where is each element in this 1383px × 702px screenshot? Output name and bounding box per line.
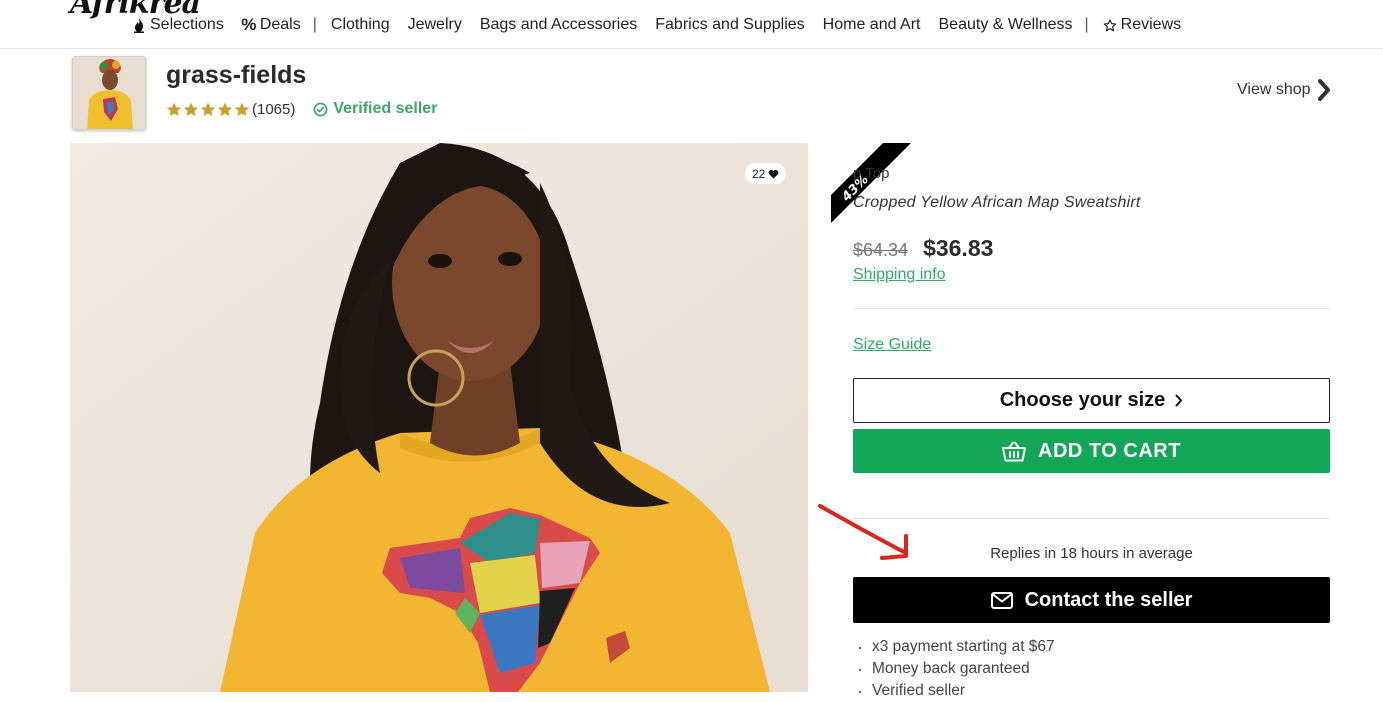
shop-name[interactable]: grass-fields <box>166 61 306 90</box>
contact-seller-button[interactable]: Contact the seller <box>853 577 1330 623</box>
list-item: Verified seller <box>857 680 1055 702</box>
star-icon <box>234 102 250 116</box>
product-title: Cropped Yellow African Map Sweatshirt <box>853 194 1141 211</box>
benefits-list: x3 payment starting at $67 Money back ga… <box>857 636 1055 702</box>
nav-item-reviews[interactable]: Reviews <box>1103 16 1181 34</box>
nav-item-label: Deals <box>259 16 301 33</box>
divider <box>853 308 1330 309</box>
nav-item-beauty-wellness[interactable]: Beauty & Wellness <box>939 16 1073 34</box>
star-outline-icon <box>1103 17 1117 33</box>
shop-rating: (1065) Verified seller <box>166 100 437 118</box>
check-circle-icon <box>313 102 328 116</box>
star-icon <box>166 102 182 116</box>
likes-count: 22 <box>752 166 766 181</box>
category-menu: Selections % Deals | Clothing Jewelry Ba… <box>132 15 1199 34</box>
nav-item-label: Jewelry <box>407 16 462 33</box>
chevron-right-icon <box>1175 394 1183 407</box>
original-price: $64.34 <box>853 240 909 260</box>
reply-time-text: Replies in 18 hours in average <box>990 545 1193 562</box>
product-brand[interactable]: p Top <box>853 165 889 182</box>
star-icon <box>183 102 199 116</box>
view-shop-label: View shop <box>1237 81 1311 98</box>
nav-item-selections[interactable]: Selections <box>132 16 224 34</box>
verified-label: Verified seller <box>333 100 438 117</box>
star-icon <box>217 102 233 116</box>
nav-item-deals[interactable]: % Deals <box>241 15 301 34</box>
list-item: Money back garanteed <box>857 658 1055 680</box>
view-shop-link[interactable]: View shop <box>1237 78 1331 102</box>
add-to-cart-label: ADD TO CART <box>1038 439 1181 462</box>
nav-item-bags-and-accessories[interactable]: Bags and Accessories <box>480 16 637 34</box>
nav-item-label: Selections <box>150 16 224 33</box>
nav-item-home-and-art[interactable]: Home and Art <box>823 16 921 34</box>
nav-item-label: Reviews <box>1120 16 1182 33</box>
likes-badge[interactable]: 22 <box>745 163 787 184</box>
size-guide-link[interactable]: Size Guide <box>853 336 931 354</box>
list-item: x3 payment starting at $67 <box>857 636 1055 658</box>
top-navigation: Afrikrea Selections % Deals | Clothing J… <box>0 0 1383 49</box>
shipping-info-link[interactable]: Shipping info <box>853 266 946 284</box>
review-count[interactable]: (1065) <box>252 101 295 118</box>
envelope-icon <box>990 591 1013 609</box>
price-row: $64.34 $36.83 <box>853 235 993 262</box>
add-to-cart-button[interactable]: ADD TO CART <box>853 429 1330 473</box>
percent-icon: % <box>241 15 257 34</box>
choose-size-label: Choose your size <box>999 389 1166 411</box>
contact-seller-label: Contact the seller <box>1024 588 1193 611</box>
nav-item-jewelry[interactable]: Jewelry <box>408 16 462 34</box>
basket-icon <box>1002 441 1027 461</box>
choose-size-button[interactable]: Choose your size <box>853 378 1330 423</box>
flame-icon <box>132 17 146 33</box>
verified-seller-badge: Verified seller <box>313 100 437 118</box>
rating-stars <box>166 102 250 117</box>
shop-avatar[interactable] <box>72 56 146 130</box>
star-icon <box>200 102 216 116</box>
divider <box>853 518 1330 519</box>
nav-item-label: Fabrics and Supplies <box>655 16 805 33</box>
nav-item-fabrics-and-supplies[interactable]: Fabrics and Supplies <box>655 16 804 34</box>
sale-price: $36.83 <box>923 235 994 261</box>
nav-item-label: Home and Art <box>822 16 921 33</box>
nav-item-clothing[interactable]: Clothing <box>331 16 390 34</box>
nav-item-label: Bags and Accessories <box>479 16 638 33</box>
nav-item-label: Clothing <box>330 16 390 33</box>
product-image[interactable] <box>70 143 808 692</box>
nav-item-label: Beauty & Wellness <box>938 16 1073 33</box>
nav-separator: | <box>1084 16 1089 33</box>
heart-icon <box>768 169 779 179</box>
nav-separator: | <box>312 16 317 33</box>
chevron-right-icon <box>1317 79 1330 101</box>
